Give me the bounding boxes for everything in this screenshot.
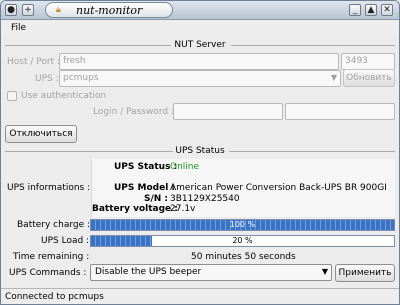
- window-menu-button[interactable]: ●: [5, 4, 17, 16]
- shade-button[interactable]: ▲: [365, 4, 377, 16]
- chevron-down-icon: ▼: [321, 267, 328, 276]
- sticky-button[interactable]: +: [22, 4, 34, 16]
- title-bar: ● + 🔒︎ nut-monitor _ ▲ ✕: [1, 1, 399, 20]
- host-port-label: Host / Port :: [7, 57, 60, 67]
- menu-bar: File: [1, 21, 399, 37]
- battery-charge-label: Battery charge :: [17, 220, 91, 230]
- title-pill: 🔒︎ nut-monitor: [45, 2, 173, 18]
- close-button[interactable]: ✕: [381, 4, 393, 16]
- ups-model-value: American Power Conversion Back-UPS BR 90…: [170, 183, 387, 193]
- time-remaining-label: Time remaining :: [13, 252, 90, 262]
- ups-label: UPS :: [35, 74, 59, 84]
- refresh-button[interactable]: Обновить: [343, 69, 395, 87]
- padlock-icon: 🔒︎: [56, 5, 61, 15]
- ups-commands-select[interactable]: Disable the UPS beeper ▼: [90, 264, 332, 281]
- port-input[interactable]: 3493: [341, 53, 395, 70]
- time-remaining-value: 50 minutes 50 seconds: [191, 252, 296, 262]
- host-input[interactable]: fresh: [59, 53, 339, 70]
- use-auth-label: Use authentication: [21, 91, 107, 101]
- ups-load-label: UPS Load :: [41, 236, 90, 246]
- status-bar-text: Connected to pcmups: [5, 292, 104, 302]
- battery-voltage-value: 27.1v: [170, 204, 196, 214]
- ups-status-header: UPS Status: [1, 146, 399, 156]
- battery-charge-text: 100 %: [229, 220, 256, 229]
- ups-select[interactable]: pcmups ▼: [59, 70, 341, 87]
- password-input[interactable]: [285, 103, 395, 120]
- disconnect-button[interactable]: Отключиться: [5, 125, 77, 143]
- ups-load-bar: 20 %: [90, 235, 395, 247]
- nut-server-header: NUT Server: [1, 40, 399, 50]
- battery-charge-bar: 100 %: [90, 219, 395, 231]
- ups-informations-label: UPS informations :: [7, 183, 91, 193]
- apply-button[interactable]: Применить: [335, 264, 395, 282]
- window-title: nut-monitor: [76, 4, 143, 17]
- battery-voltage-label: Battery voltage :: [92, 204, 178, 214]
- ups-model-label: UPS Model :: [114, 183, 176, 193]
- minimize-button[interactable]: _: [349, 4, 361, 16]
- ups-status-label: UPS Status :: [114, 162, 178, 172]
- ups-commands-label: UPS Commands :: [9, 268, 87, 278]
- ups-status-value: Online: [170, 162, 200, 172]
- ups-load-text: 20 %: [232, 236, 253, 245]
- ups-info-panel: UPS Status : Online UPS Model : American…: [91, 159, 395, 217]
- use-auth-checkbox[interactable]: [7, 91, 17, 101]
- login-input[interactable]: [173, 103, 283, 120]
- menu-file[interactable]: File: [11, 23, 26, 33]
- chevron-down-icon: ▼: [330, 73, 337, 82]
- status-bar: Connected to pcmups: [1, 288, 399, 304]
- login-password-label: Login / Password :: [93, 107, 174, 117]
- sn-label: S/N :: [144, 194, 169, 204]
- sn-value: 3B1129X25540: [170, 194, 240, 204]
- app-window: ● + 🔒︎ nut-monitor _ ▲ ✕ File NUT Server…: [0, 0, 400, 305]
